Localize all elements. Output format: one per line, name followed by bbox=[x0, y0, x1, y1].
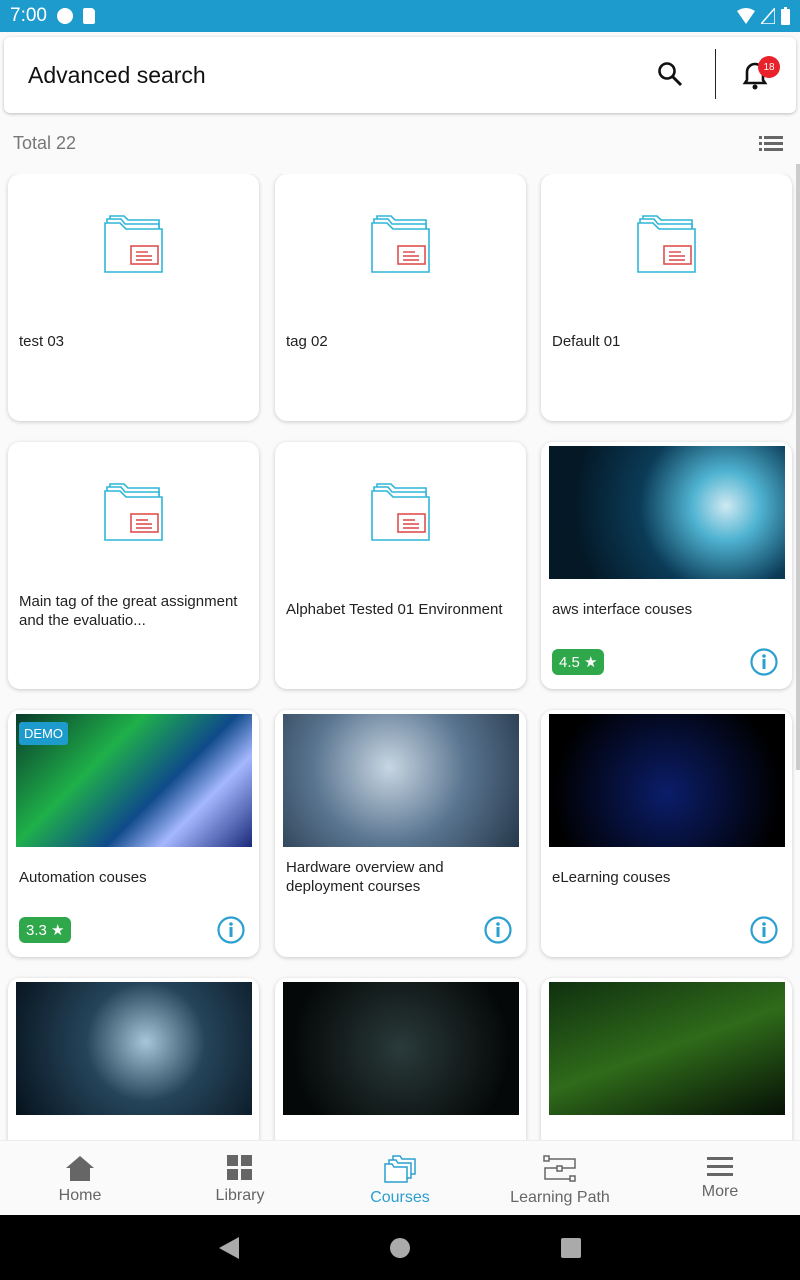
time: 7:00 bbox=[10, 5, 47, 26]
course-title: Automation couses bbox=[19, 869, 147, 886]
course-thumbnail bbox=[549, 714, 785, 847]
course-title: aws interface couses bbox=[552, 601, 693, 618]
info-icon[interactable] bbox=[750, 648, 778, 676]
course-card[interactable]: test 03 bbox=[8, 174, 259, 421]
course-card[interactable]: Alphabet Tested 01 Environment bbox=[275, 442, 526, 689]
course-card[interactable]: eLearning couses bbox=[541, 710, 792, 957]
rating-badge: 3.3 ★ bbox=[19, 917, 72, 943]
menu-icon bbox=[707, 1157, 733, 1176]
course-title: Main tag of the great assignment and the… bbox=[19, 593, 238, 629]
nav-courses[interactable]: Courses bbox=[320, 1141, 480, 1215]
nav-home[interactable]: Home bbox=[0, 1141, 160, 1215]
nav-label: Learning Path bbox=[510, 1189, 610, 1206]
status-bar: 7:00 bbox=[0, 0, 800, 32]
scrollbar[interactable] bbox=[796, 164, 800, 770]
course-thumbnail bbox=[549, 446, 785, 579]
info-icon[interactable] bbox=[217, 916, 245, 944]
notification-badge: 18 bbox=[758, 56, 780, 78]
sd-card-icon bbox=[82, 8, 95, 24]
nav-learning-path[interactable]: Learning Path bbox=[480, 1141, 640, 1215]
grid-icon bbox=[227, 1155, 252, 1180]
bottom-nav: Home Library Courses Learning Path More bbox=[0, 1140, 800, 1215]
nav-label: More bbox=[701, 1183, 739, 1200]
wifi-icon bbox=[737, 8, 755, 24]
folder-icon bbox=[371, 483, 430, 541]
course-card[interactable]: Main tag of the great assignment and the… bbox=[8, 442, 259, 689]
info-icon[interactable] bbox=[484, 916, 512, 944]
nav-library[interactable]: Library bbox=[160, 1141, 320, 1215]
nav-label: Library bbox=[215, 1187, 265, 1204]
signal-icon bbox=[761, 8, 775, 24]
home-icon bbox=[66, 1156, 94, 1181]
battery-icon bbox=[781, 7, 790, 25]
course-title: eLearning couses bbox=[552, 869, 671, 886]
folder-icon bbox=[371, 215, 430, 273]
list-view-icon[interactable] bbox=[759, 136, 783, 152]
recents-icon[interactable] bbox=[561, 1238, 581, 1258]
home-button-icon[interactable] bbox=[390, 1238, 410, 1258]
demo-badge: DEMO bbox=[19, 722, 68, 745]
search-title[interactable]: Advanced search bbox=[28, 62, 206, 89]
course-title: Hardware overview and deployment courses bbox=[286, 859, 444, 895]
course-card[interactable] bbox=[275, 978, 526, 1140]
course-title: Default 01 bbox=[552, 333, 621, 350]
course-card[interactable] bbox=[8, 978, 259, 1140]
course-title: tag 02 bbox=[286, 333, 328, 350]
nav-more[interactable]: More bbox=[640, 1141, 800, 1215]
divider bbox=[715, 49, 716, 99]
folders-icon bbox=[384, 1155, 416, 1183]
course-thumbnail bbox=[283, 714, 519, 847]
app-notification-icon bbox=[56, 8, 73, 24]
course-title: test 03 bbox=[19, 333, 65, 350]
course-card[interactable]: Default 01 bbox=[541, 174, 792, 421]
search-icon[interactable] bbox=[657, 61, 683, 87]
course-card[interactable] bbox=[541, 978, 792, 1140]
system-nav-bar bbox=[0, 1215, 800, 1280]
folder-icon bbox=[637, 215, 696, 273]
course-card[interactable]: DEMO Automation couses 3.3 ★ bbox=[8, 710, 259, 957]
course-thumbnail bbox=[16, 982, 252, 1115]
total-count: Total 22 bbox=[13, 133, 77, 153]
nav-label: Home bbox=[58, 1187, 102, 1204]
nav-label: Courses bbox=[370, 1189, 430, 1206]
folder-icon bbox=[104, 215, 163, 273]
flow-icon bbox=[543, 1155, 576, 1182]
course-thumbnail bbox=[283, 982, 519, 1115]
folder-icon bbox=[104, 483, 163, 541]
course-card[interactable]: tag 02 bbox=[275, 174, 526, 421]
course-card[interactable]: Hardware overview and deployment courses bbox=[275, 710, 526, 957]
course-grid: test 03 tag 02 Default 01 Main tag of the g… bbox=[0, 174, 800, 1140]
course-title: Alphabet Tested 01 Environment bbox=[286, 601, 503, 618]
info-icon[interactable] bbox=[750, 916, 778, 944]
course-card[interactable]: aws interface couses 4.5 ★ bbox=[541, 442, 792, 689]
search-bar[interactable]: Advanced search 18 bbox=[4, 37, 796, 113]
rating-badge: 4.5 ★ bbox=[552, 649, 605, 675]
course-thumbnail bbox=[549, 982, 785, 1115]
back-icon[interactable] bbox=[219, 1237, 239, 1259]
